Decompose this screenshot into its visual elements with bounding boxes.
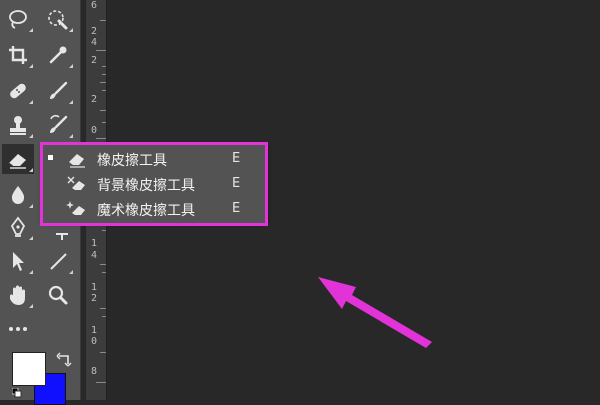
quick-selection-icon (48, 10, 68, 30)
quick-selection-tool-button[interactable] (42, 4, 74, 34)
ruler-label: 2 (91, 26, 98, 37)
annotation-arrow (318, 277, 432, 348)
ruler-label: 0 (91, 125, 98, 136)
ruler-label: 0 (91, 336, 98, 347)
eraser-icon (69, 154, 85, 168)
brush-tool-button[interactable] (42, 76, 74, 106)
line-icon (50, 253, 67, 270)
ruler-tick (102, 66, 106, 67)
eyedropper-tool-button[interactable] (42, 40, 74, 70)
flyout-item-magic-eraser[interactable]: 魔术橡皮擦工具 E (42, 197, 267, 221)
flyout-item-eraser[interactable]: 橡皮擦工具 E (42, 147, 267, 171)
ruler-label: 1 (91, 238, 98, 249)
ruler-tick (102, 316, 106, 317)
ruler-label: 6 (91, 0, 98, 11)
flyout-item-shortcut: E (232, 201, 241, 216)
background-eraser-icon (67, 176, 85, 190)
clone-stamp-tool-button[interactable] (2, 110, 34, 140)
path-selection-icon (13, 252, 24, 271)
ruler-tick (100, 20, 106, 21)
flyout-item-shortcut: E (232, 176, 241, 191)
lasso-icon (9, 10, 27, 29)
ruler-tick (102, 90, 106, 91)
more-tools-icon (9, 327, 27, 331)
brush-icon (50, 81, 68, 99)
ruler-label: 4 (91, 250, 98, 261)
ruler-label: 4 (91, 37, 98, 48)
history-brush-icon (50, 114, 68, 133)
ruler-tick (100, 308, 106, 309)
eraser-icon (8, 154, 26, 169)
ruler-tick (96, 382, 106, 383)
ruler-tick (100, 82, 106, 83)
ruler-label: 2 (91, 55, 98, 66)
default-colors-icon[interactable] (12, 388, 22, 398)
clone-stamp-icon (10, 116, 26, 135)
flyout-item-label: 背景橡皮擦工具 (97, 178, 195, 194)
more-tools-button[interactable] (2, 314, 34, 344)
history-brush-tool-button[interactable] (42, 110, 74, 140)
lasso-tool-button[interactable] (2, 4, 34, 34)
ruler-tick (100, 352, 106, 353)
flyout-item-label: 橡皮擦工具 (97, 153, 167, 169)
flyout-item-label: 魔术橡皮擦工具 (97, 203, 195, 219)
hand-tool-button[interactable] (2, 280, 34, 310)
hand-icon (10, 285, 25, 305)
pen-tool-button[interactable] (2, 212, 34, 242)
eraser-tools-flyout: 橡皮擦工具 E 背景橡皮擦工具 E 魔术橡皮擦工具 E (42, 145, 267, 223)
blur-icon (11, 186, 25, 204)
magic-eraser-icon (66, 201, 85, 215)
line-tool-button[interactable] (42, 246, 74, 276)
flyout-item-shortcut: E (232, 151, 241, 166)
eyedropper-icon (49, 46, 67, 64)
pen-icon (10, 216, 26, 237)
eraser-tool-button[interactable] (2, 144, 34, 174)
ruler-tick (102, 272, 106, 273)
ruler-tick (96, 50, 106, 51)
foreground-color-swatch[interactable] (12, 352, 46, 386)
ruler-label: 1 (91, 282, 98, 293)
ruler-tick (102, 122, 106, 123)
crop-tool-button[interactable] (2, 40, 34, 70)
ruler-tick (100, 264, 106, 265)
zoom-icon (48, 285, 68, 305)
ruler-tick (96, 138, 106, 139)
healing-brush-tool-button[interactable] (2, 76, 34, 106)
ruler-tick (100, 110, 106, 111)
healing-brush-icon (10, 83, 26, 99)
zoom-tool-button[interactable] (42, 280, 74, 310)
ruler-label: 2 (91, 293, 98, 304)
selected-bullet (48, 155, 53, 160)
flyout-item-background-eraser[interactable]: 背景橡皮擦工具 E (42, 172, 267, 196)
ruler-label: 8 (91, 366, 98, 377)
ruler-label: 1 (91, 325, 98, 336)
ruler-tick (102, 74, 106, 75)
crop-icon (9, 46, 27, 64)
blur-tool-button[interactable] (2, 180, 34, 210)
ruler-label: 2 (91, 94, 98, 105)
swap-colors-icon[interactable] (56, 351, 72, 367)
path-selection-tool-button[interactable] (2, 246, 34, 276)
ruler-tick (102, 230, 106, 231)
